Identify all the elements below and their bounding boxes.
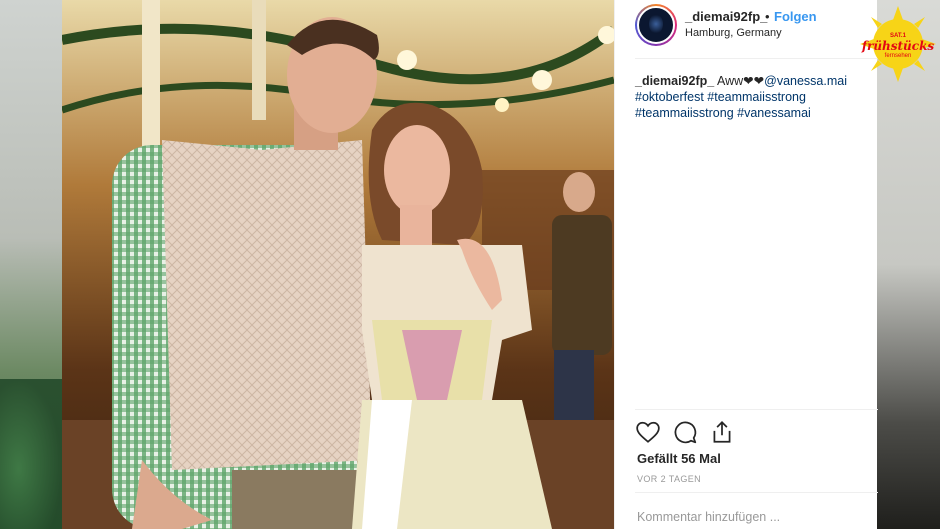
post-timestamp[interactable]: VOR 2 TAGEN — [637, 474, 701, 484]
caption-mention[interactable]: @vanessa.mai — [764, 74, 847, 88]
hashtag-link[interactable]: #vanessamai — [737, 106, 811, 120]
caption-text: Aww❤❤ — [714, 74, 765, 88]
actions-divider — [635, 409, 878, 410]
hashtag-link[interactable]: #teammaiisstrong — [635, 106, 734, 120]
post-header: _diemai92fp_ • Folgen Hamburg, Germany — [615, 0, 878, 58]
post-actions — [635, 419, 755, 445]
likes-count[interactable]: Gefällt 56 Mal — [637, 451, 721, 466]
follow-button[interactable]: Folgen — [774, 9, 817, 24]
caption-username[interactable]: _diemai92fp_ — [635, 74, 714, 88]
heart-icon[interactable] — [635, 419, 661, 445]
logo-sub-text: fernsehen — [884, 53, 912, 59]
blurred-background-left — [0, 0, 62, 529]
instagram-post-panel: _diemai92fp_ • Folgen Hamburg, Germany _… — [614, 0, 878, 529]
header-divider — [635, 58, 878, 59]
tv-channel-logo: SAT.1 frühstücks fernsehen — [860, 6, 936, 82]
comment-input[interactable]: Kommentar hinzufügen ... — [637, 510, 780, 524]
post-photo — [62, 0, 614, 529]
location-link[interactable]: Hamburg, Germany — [685, 27, 782, 39]
comment-divider — [635, 492, 878, 493]
avatar[interactable] — [635, 4, 677, 46]
hashtag-link[interactable]: #oktoberfest — [635, 90, 704, 104]
post-caption: _diemai92fp_ Aww❤❤@vanessa.mai #oktoberf… — [635, 73, 873, 121]
hashtag-link[interactable]: #teammaiisstrong — [707, 90, 806, 104]
separator-dot: • — [765, 9, 770, 24]
comment-icon[interactable] — [672, 419, 698, 445]
username-link[interactable]: _diemai92fp_ — [685, 9, 767, 24]
share-icon[interactable] — [709, 419, 735, 445]
logo-main-text: frühstücks — [861, 39, 935, 53]
